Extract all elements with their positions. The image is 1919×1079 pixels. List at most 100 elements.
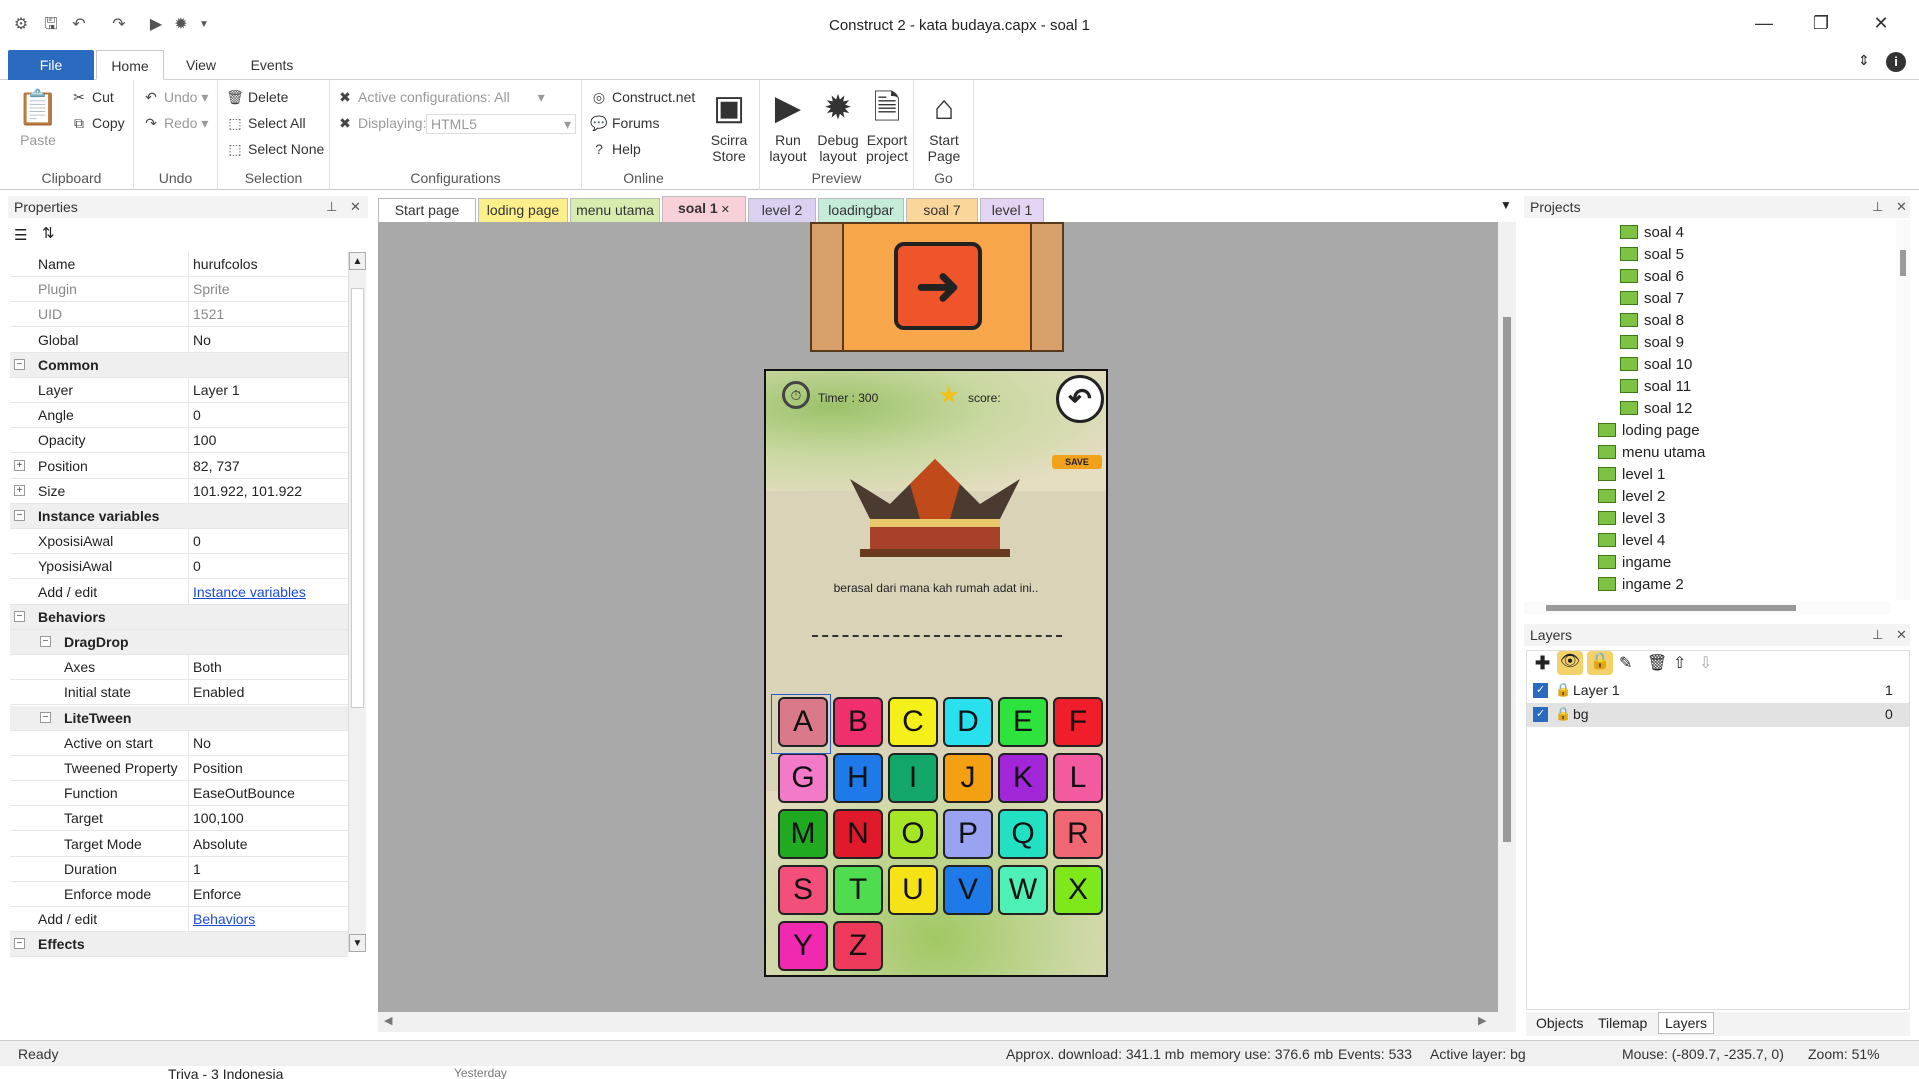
visible-checkbox[interactable]: ✓ [1533, 707, 1548, 722]
property-row[interactable]: + Size 101.922, 101.922 [10, 478, 348, 504]
project-tree-item[interactable]: soal 9 [1620, 332, 1684, 354]
construct-net-link[interactable]: ◎ Construct.net [590, 86, 695, 108]
categorized-view-icon[interactable]: ☰ [14, 226, 27, 244]
info-icon[interactable]: i [1886, 52, 1906, 72]
letter-tile[interactable]: L [1053, 753, 1103, 803]
scroll-right-icon[interactable]: ▶ [1478, 1014, 1486, 1027]
project-tree-item[interactable]: ingame [1598, 552, 1671, 574]
property-row[interactable]: Initial state Enabled [10, 680, 348, 706]
property-row[interactable]: − Behaviors [10, 604, 348, 630]
pin-icon[interactable]: ⊥ [326, 196, 337, 218]
properties-scrollbar[interactable]: ▲ ▼ [348, 252, 366, 952]
tab-home[interactable]: Home [96, 50, 164, 80]
letter-tile[interactable]: F [1053, 697, 1103, 747]
layout-tab[interactable]: Start page [378, 198, 476, 222]
property-value[interactable]: 0 [193, 407, 201, 423]
save-button[interactable]: SAVE [1052, 455, 1102, 469]
property-value[interactable]: Position [193, 760, 243, 776]
property-row[interactable]: Tweened Property Position [10, 756, 348, 781]
layer-row[interactable]: ✓ 🔒 Layer 1 1 [1527, 679, 1909, 703]
collapse-icon[interactable]: − [14, 938, 25, 950]
start-page-button[interactable]: ⌂ Start Page [920, 86, 968, 164]
pin-icon[interactable]: ⊥ [1872, 196, 1883, 218]
property-row[interactable]: − LiteTween [10, 705, 348, 731]
selection-box[interactable] [771, 694, 831, 754]
property-row[interactable]: Axes Both [10, 655, 348, 681]
property-row[interactable]: XposisiAwal 0 [10, 529, 348, 555]
property-value[interactable]: Enabled [193, 684, 244, 700]
layout-tab[interactable]: soal 7 [906, 198, 978, 222]
letter-tile[interactable]: D [943, 697, 993, 747]
scroll-up-icon[interactable]: ▲ [349, 252, 366, 270]
ribbon-collapse-icon[interactable]: ⇕ [1858, 52, 1870, 69]
property-row[interactable]: − Common [10, 352, 348, 378]
project-tree-item[interactable]: ingame 2 [1598, 574, 1684, 596]
property-row[interactable]: − Effects [10, 932, 348, 958]
tab-list-dropdown-icon[interactable]: ▼ [1500, 198, 1512, 212]
debug-layout-button[interactable]: ✹ Debug layout [814, 86, 862, 164]
property-value[interactable]: 101.922, 101.922 [193, 483, 302, 499]
property-value[interactable]: hurufcolos [193, 256, 258, 272]
active-configurations-dropdown[interactable]: ✖ Active configurations: All ▾ [336, 86, 545, 108]
horizontal-scrollbar[interactable]: ◀ ▶ [378, 1012, 1516, 1032]
property-row[interactable]: Target Mode Absolute [10, 831, 348, 857]
game-layout[interactable]: ⏱ Timer : 300 ★ score: ↶ SAVE berasal da… [764, 369, 1108, 977]
tab-tilemap[interactable]: Tilemap [1598, 1015, 1647, 1031]
export-project-button[interactable]: 🗎 Export project [862, 86, 912, 164]
property-row[interactable]: Duration 1 [10, 856, 348, 882]
projects-hscroll-thumb[interactable] [1546, 605, 1796, 611]
layout-tab[interactable]: level 2 [748, 198, 816, 222]
project-tree-item[interactable]: soal 10 [1620, 354, 1692, 376]
layout-tab[interactable]: soal 1 ✕ [662, 196, 746, 222]
property-value[interactable]: 82, 737 [193, 458, 240, 474]
cut-button[interactable]: ✂ Cut [70, 86, 114, 108]
project-tree-item[interactable]: level 3 [1598, 508, 1665, 530]
letter-tile[interactable]: O [888, 809, 938, 859]
scroll-left-icon[interactable]: ◀ [384, 1014, 392, 1027]
close-tab-icon[interactable]: ✕ [718, 204, 730, 216]
project-tree-item[interactable]: soal 6 [1620, 266, 1684, 288]
delete-button[interactable]: 🗑 Delete [226, 86, 288, 108]
sort-az-icon[interactable]: ⇅ [42, 224, 55, 242]
property-row[interactable]: Name hurufcolos [10, 252, 348, 277]
property-edit-link[interactable]: Behaviors [193, 911, 255, 927]
letter-tile[interactable]: P [943, 809, 993, 859]
project-tree-item[interactable]: loding page [1598, 420, 1700, 442]
property-row[interactable]: Angle 0 [10, 403, 348, 429]
property-row[interactable]: Active on start No [10, 730, 348, 756]
close-button[interactable]: ✕ [1855, 6, 1907, 40]
visible-checkbox[interactable]: ✓ [1533, 683, 1548, 698]
project-tree-item[interactable]: soal 11 [1620, 376, 1691, 398]
letter-tile[interactable]: Z [833, 921, 883, 971]
property-value[interactable]: Layer 1 [193, 382, 240, 398]
select-none-button[interactable]: ⬚ Select None [226, 138, 324, 160]
letter-tile[interactable]: K [998, 753, 1048, 803]
layer-row[interactable]: ✓ 🔒 bg 0 [1527, 703, 1909, 727]
collapse-icon[interactable]: − [14, 610, 25, 622]
scirra-store-button[interactable]: ▣ Scirra Store [704, 86, 754, 164]
property-row[interactable]: Opacity 100 [10, 428, 348, 454]
property-row[interactable]: Global No [10, 327, 348, 353]
scroll-down-icon[interactable]: ▼ [349, 934, 366, 952]
edit-icon[interactable]: ✎ [1619, 653, 1632, 673]
letter-tile[interactable]: J [943, 753, 993, 803]
collapse-icon[interactable]: − [40, 636, 51, 647]
back-button[interactable]: ↶ [1056, 375, 1104, 423]
letter-tile[interactable]: V [943, 865, 993, 915]
paste-button[interactable]: 📋 Paste [16, 86, 60, 148]
displaying-select[interactable]: HTML5 ▾ [426, 114, 576, 134]
letter-tile[interactable]: N [833, 809, 883, 859]
project-tree-item[interactable]: soal 8 [1620, 310, 1684, 332]
close-icon[interactable]: ✕ [1896, 624, 1907, 646]
property-value[interactable]: 0 [193, 533, 201, 549]
project-tree-item[interactable]: soal 4 [1620, 222, 1684, 244]
project-tree-item[interactable]: level 4 [1598, 530, 1665, 552]
letter-tile[interactable]: S [778, 865, 828, 915]
run-layout-button[interactable]: ▶ Run layout [764, 86, 812, 164]
property-value[interactable]: Absolute [193, 836, 247, 852]
collapse-icon[interactable]: − [14, 358, 25, 370]
copy-button[interactable]: ⧉ Copy [70, 112, 125, 134]
vertical-scroll-thumb[interactable] [1503, 317, 1511, 842]
forums-link[interactable]: 💬 Forums [590, 112, 659, 134]
project-tree-item[interactable]: soal 7 [1620, 288, 1684, 310]
